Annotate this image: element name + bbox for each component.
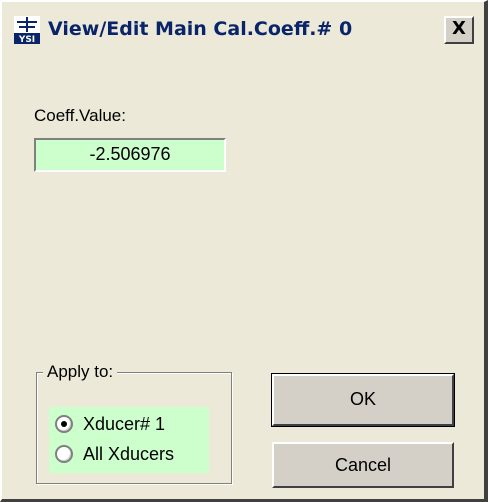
apply-to-legend: Apply to: <box>43 362 118 382</box>
apply-to-options: Xducer# 1 All Xducers <box>49 407 209 473</box>
radio-option-all-xducers[interactable]: All Xducers <box>55 441 174 467</box>
title-bar[interactable]: YSI View/Edit Main Cal.Coeff.# 0 X <box>10 10 480 50</box>
radio-label-xducer-1: Xducer# 1 <box>83 413 166 434</box>
radio-button-unchecked[interactable] <box>55 445 73 463</box>
cancel-button[interactable]: Cancel <box>272 442 454 488</box>
ok-button[interactable]: OK <box>271 373 455 427</box>
coeff-value-label: Coeff.Value: <box>34 106 126 125</box>
radio-option-xducer-1[interactable]: Xducer# 1 <box>55 411 165 437</box>
close-button[interactable]: X <box>444 16 474 44</box>
coeff-value-input[interactable]: -2.506976 <box>34 138 226 172</box>
radio-button-checked[interactable] <box>55 415 73 433</box>
window-title: View/Edit Main Cal.Coeff.# 0 <box>48 18 353 40</box>
dialog-window: YSI View/Edit Main Cal.Coeff.# 0 X Coeff… <box>0 0 488 502</box>
apply-to-group: Apply to: Xducer# 1 All Xducers <box>36 362 232 484</box>
ysi-app-icon: YSI <box>14 16 40 45</box>
app-icon-text: YSI <box>18 35 35 44</box>
radio-label-all-xducers: All Xducers <box>83 443 175 464</box>
